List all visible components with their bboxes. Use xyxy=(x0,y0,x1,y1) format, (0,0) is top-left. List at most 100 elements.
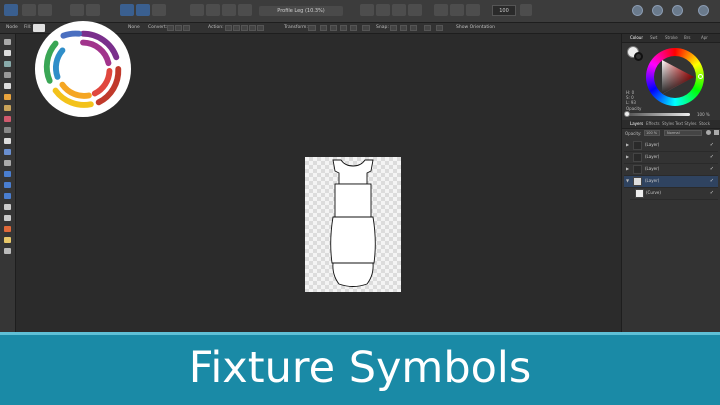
rotate-button[interactable] xyxy=(238,4,252,16)
order-button[interactable] xyxy=(206,4,220,16)
align-button[interactable] xyxy=(120,4,134,16)
snap-option-5[interactable] xyxy=(436,25,443,31)
visibility-check-icon[interactable]: ✓ xyxy=(710,190,714,196)
lock-button[interactable] xyxy=(466,4,480,16)
fullscreen-icon[interactable] xyxy=(698,5,709,16)
show-orientation-label[interactable]: Show Orientation xyxy=(456,24,495,32)
share-icon[interactable] xyxy=(38,4,52,16)
pencil-tool-icon[interactable] xyxy=(4,94,11,100)
distribute-button[interactable] xyxy=(136,4,150,16)
tab-stock[interactable]: Stock xyxy=(699,120,710,128)
opacity-slider[interactable] xyxy=(628,113,690,116)
fill-tool-icon[interactable] xyxy=(4,116,11,122)
color-picker-icon[interactable] xyxy=(4,226,11,232)
artboard[interactable] xyxy=(305,157,401,292)
assistant-icon[interactable] xyxy=(632,5,643,16)
transform-option-4[interactable] xyxy=(350,25,357,31)
layer-opacity-field[interactable]: 100 % xyxy=(644,130,660,136)
visibility-check-icon[interactable]: ✓ xyxy=(710,178,714,184)
fixture-symbol-drawing[interactable] xyxy=(305,157,401,292)
boolean-add-button[interactable] xyxy=(360,4,374,16)
crop-tool-icon[interactable] xyxy=(4,149,11,155)
convert-smooth-button[interactable] xyxy=(175,25,182,31)
ellipse-tool-icon[interactable] xyxy=(4,171,11,177)
snap-option-2[interactable] xyxy=(400,25,407,31)
zoom-field[interactable]: 100 xyxy=(492,5,516,16)
action-join-button[interactable] xyxy=(249,25,256,31)
snapping-button[interactable] xyxy=(190,4,204,16)
boolean-subtract-button[interactable] xyxy=(376,4,390,16)
visibility-check-icon[interactable]: ✓ xyxy=(710,166,714,172)
help-icon[interactable] xyxy=(672,5,683,16)
visibility-check-icon[interactable]: ✓ xyxy=(710,142,714,148)
vector-brush-icon[interactable] xyxy=(4,105,11,111)
tab-effects[interactable]: Effects xyxy=(646,120,660,128)
layer-row-5[interactable]: (Curve) ✓ xyxy=(630,188,718,200)
tab-styles[interactable]: Styles xyxy=(662,120,674,128)
layer-settings-icon[interactable] xyxy=(706,130,711,135)
boolean-divide-button[interactable] xyxy=(408,4,422,16)
convert-smart-button[interactable] xyxy=(183,25,190,31)
snap-option-3[interactable] xyxy=(410,25,417,31)
layer-row-1[interactable]: ▶ (Layer) ✓ xyxy=(624,140,718,152)
frame-text-icon[interactable] xyxy=(4,215,11,221)
rounded-rect-tool-icon[interactable] xyxy=(4,182,11,188)
tab-brushes[interactable]: Brs xyxy=(684,34,690,42)
hand-tool-icon[interactable] xyxy=(4,237,11,243)
color-triangle[interactable] xyxy=(654,56,696,98)
layer-row-3[interactable]: ▶ (Layer) ✓ xyxy=(624,164,718,176)
layer-row-4-selected[interactable]: ▼ (Layer) ✓ xyxy=(624,176,718,188)
rectangle-tool-icon[interactable] xyxy=(4,160,11,166)
action-reverse-button[interactable] xyxy=(257,25,264,31)
tab-swatches[interactable]: Swt xyxy=(650,34,657,42)
tab-text-styles[interactable]: Text Styles xyxy=(675,120,697,128)
tab-colour[interactable]: Colour xyxy=(630,34,643,42)
artistic-text-icon[interactable] xyxy=(4,204,11,210)
stroke-swatch[interactable] xyxy=(634,52,643,61)
arrange-button[interactable] xyxy=(152,4,166,16)
layer-options-icon[interactable] xyxy=(714,130,719,135)
settings-icon[interactable] xyxy=(86,4,100,16)
action-smooth-button[interactable] xyxy=(241,25,248,31)
app-logo-icon[interactable] xyxy=(4,4,18,16)
ungroup-button[interactable] xyxy=(450,4,464,16)
convert-sharp-button[interactable] xyxy=(167,25,174,31)
move-tool-icon[interactable] xyxy=(4,39,11,45)
transform-mode-button[interactable] xyxy=(308,25,316,31)
zoom-tool-icon[interactable] xyxy=(4,248,11,254)
snap-option-1[interactable] xyxy=(390,25,397,31)
opacity-value[interactable]: 100 % xyxy=(697,112,710,117)
expand-arrow-icon[interactable]: ▶ xyxy=(626,154,629,160)
place-image-icon[interactable] xyxy=(4,138,11,144)
snap-option-4[interactable] xyxy=(424,25,431,31)
blend-mode-select[interactable]: Normal xyxy=(664,130,702,136)
transparency-tool-icon[interactable] xyxy=(4,127,11,133)
tab-stroke[interactable]: Stroke xyxy=(665,34,678,42)
transform-option-3[interactable] xyxy=(340,25,347,31)
collapse-arrow-icon[interactable]: ▼ xyxy=(626,178,629,184)
opacity-slider-handle[interactable] xyxy=(624,111,630,117)
expand-arrow-icon[interactable]: ▶ xyxy=(626,166,629,172)
visibility-check-icon[interactable]: ✓ xyxy=(710,154,714,160)
view-options-icon[interactable] xyxy=(652,5,663,16)
expand-arrow-icon[interactable]: ▶ xyxy=(626,142,629,148)
persona-button[interactable] xyxy=(22,4,36,16)
action-break-button[interactable] xyxy=(225,25,232,31)
node-tool-icon[interactable] xyxy=(4,50,11,56)
corner-tool-icon[interactable] xyxy=(4,61,11,67)
view-mode-button[interactable] xyxy=(520,4,532,16)
tab-appearance[interactable]: Apr xyxy=(701,34,708,42)
layer-row-2[interactable]: ▶ (Layer) ✓ xyxy=(624,152,718,164)
action-close-button[interactable] xyxy=(233,25,240,31)
grid-icon[interactable] xyxy=(70,4,84,16)
triangle-tool-icon[interactable] xyxy=(4,193,11,199)
transform-option-2[interactable] xyxy=(330,25,337,31)
transform-option-1[interactable] xyxy=(320,25,327,31)
flip-button[interactable] xyxy=(222,4,236,16)
tab-layers[interactable]: Layers xyxy=(630,120,643,128)
boolean-intersect-button[interactable] xyxy=(392,4,406,16)
group-button[interactable] xyxy=(434,4,448,16)
hue-handle[interactable] xyxy=(698,74,703,79)
point-transform-icon[interactable] xyxy=(4,72,11,78)
pen-tool-icon[interactable] xyxy=(4,83,11,89)
